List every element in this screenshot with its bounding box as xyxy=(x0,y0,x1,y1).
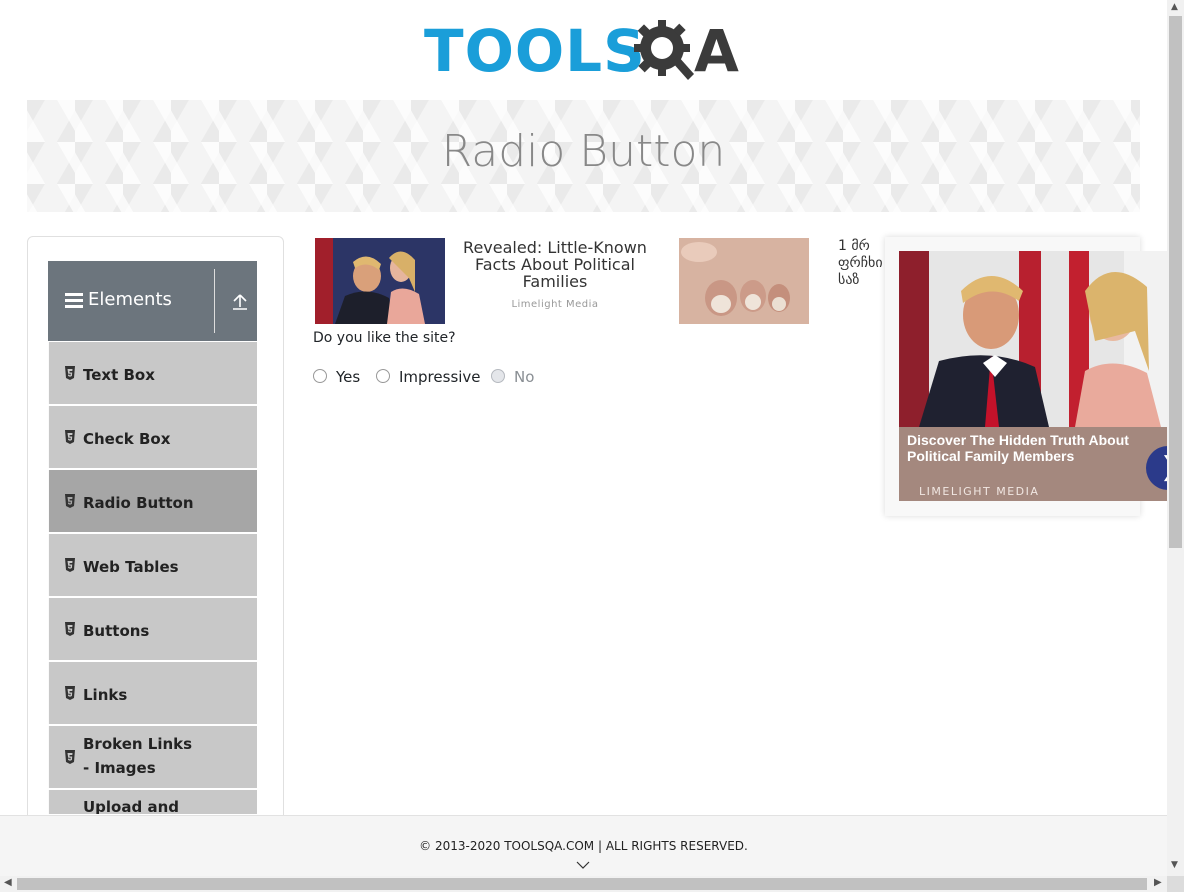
vertical-scrollbar[interactable]: ▲ ▼ xyxy=(1167,0,1184,876)
sidebar-item-upload[interactable]: Upload and xyxy=(48,790,257,814)
scroll-up-arrow-icon[interactable]: ▲ xyxy=(1171,2,1178,12)
scroll-right-arrow-icon[interactable]: ▶ xyxy=(1154,877,1162,888)
floating-ad-headline[interactable]: Discover The Hidden Truth About Politica… xyxy=(907,432,1147,464)
sidebar-item-label: Web Tables xyxy=(83,558,179,576)
ad-photo-illustration xyxy=(899,251,1167,427)
radio-question: Do you like the site? xyxy=(313,330,456,346)
horizontal-scroll-thumb[interactable] xyxy=(17,878,1147,890)
sidebar-item-label: Links xyxy=(83,686,128,704)
ad-image-political-family[interactable] xyxy=(315,238,445,324)
radio-no xyxy=(491,369,505,383)
footer-copyright: © 2013-2020 TOOLSQA.COM | ALL RIGHTS RES… xyxy=(419,839,748,853)
gear-q-magnifier-icon xyxy=(634,20,694,80)
html5-icon xyxy=(65,750,75,764)
logo-text-tools: TOOLS xyxy=(424,17,646,85)
sidebar-item-check-box[interactable]: Check Box xyxy=(48,406,257,468)
html5-icon xyxy=(65,430,75,444)
radio-impressive[interactable] xyxy=(376,369,390,383)
page-banner: Radio Button xyxy=(27,100,1140,212)
hamburger-icon xyxy=(65,293,83,308)
html5-icon xyxy=(65,622,75,636)
logo-text-a: A xyxy=(694,17,739,85)
toolsqa-logo[interactable]: TOOLS A xyxy=(424,16,748,90)
sidebar-item-links[interactable]: Links xyxy=(48,662,257,724)
ad-photo-illustration xyxy=(679,238,809,324)
sidebar-item-label: Radio Button xyxy=(83,494,194,512)
chevron-down-icon[interactable] xyxy=(576,860,590,870)
sidebar-item-broken-links[interactable]: Broken Links - Images xyxy=(48,726,257,788)
ad-title[interactable]: Revealed: Little-Known Facts About Polit… xyxy=(456,239,654,290)
sidebar-item-radio-button[interactable]: Radio Button xyxy=(48,470,257,532)
page-title: Radio Button xyxy=(441,126,726,177)
sidebar-item-text-box[interactable]: Text Box xyxy=(48,342,257,404)
sidebar-item-label: Upload and xyxy=(83,798,179,814)
radio-label-no: No xyxy=(514,368,535,386)
sidebar-item-label: Broken Links - Images xyxy=(83,735,193,777)
radio-label-impressive[interactable]: Impressive xyxy=(399,368,481,386)
sidebar-group-divider xyxy=(214,269,215,333)
sidebar-menu: Text Box Check Box Radio Button Web Tabl… xyxy=(48,342,257,814)
scroll-down-arrow-icon[interactable]: ▼ xyxy=(1171,860,1178,870)
ad-photo-illustration xyxy=(315,238,445,324)
sidebar-item-label: Text Box xyxy=(83,366,155,384)
horizontal-scrollbar[interactable]: ◀ ▶ xyxy=(0,876,1167,892)
sidebar-group-title: Elements xyxy=(88,289,172,310)
ad-text-partial[interactable]: 1 მრ ფრჩხი საზ xyxy=(838,238,888,294)
ad-image-toenails[interactable] xyxy=(679,238,809,324)
radio-yes[interactable] xyxy=(313,369,327,383)
sidebar-item-buttons[interactable]: Buttons xyxy=(48,598,257,660)
upload-arrow-icon[interactable] xyxy=(232,293,248,311)
floating-ad[interactable]: Discover The Hidden Truth About Politica… xyxy=(885,237,1184,516)
html5-icon xyxy=(65,494,75,508)
sidebar-item-label: Buttons xyxy=(83,622,150,640)
floating-ad-source: LIMELIGHT MEDIA xyxy=(919,485,1040,498)
radio-label-yes[interactable]: Yes xyxy=(336,368,360,386)
sidebar-group-elements[interactable]: Elements xyxy=(48,261,257,341)
sidebar-item-label: Check Box xyxy=(83,430,171,448)
scrollbar-corner xyxy=(1167,876,1184,892)
ad-source: Limelight Media xyxy=(511,299,599,310)
html5-icon xyxy=(65,558,75,572)
scroll-left-arrow-icon[interactable]: ◀ xyxy=(4,877,12,888)
page-footer: © 2013-2020 TOOLSQA.COM | ALL RIGHTS RES… xyxy=(0,815,1167,877)
floating-ad-photo xyxy=(899,251,1167,427)
sidebar-item-web-tables[interactable]: Web Tables xyxy=(48,534,257,596)
html5-icon xyxy=(65,366,75,380)
html5-icon xyxy=(65,686,75,700)
vertical-scroll-thumb[interactable] xyxy=(1169,16,1182,548)
